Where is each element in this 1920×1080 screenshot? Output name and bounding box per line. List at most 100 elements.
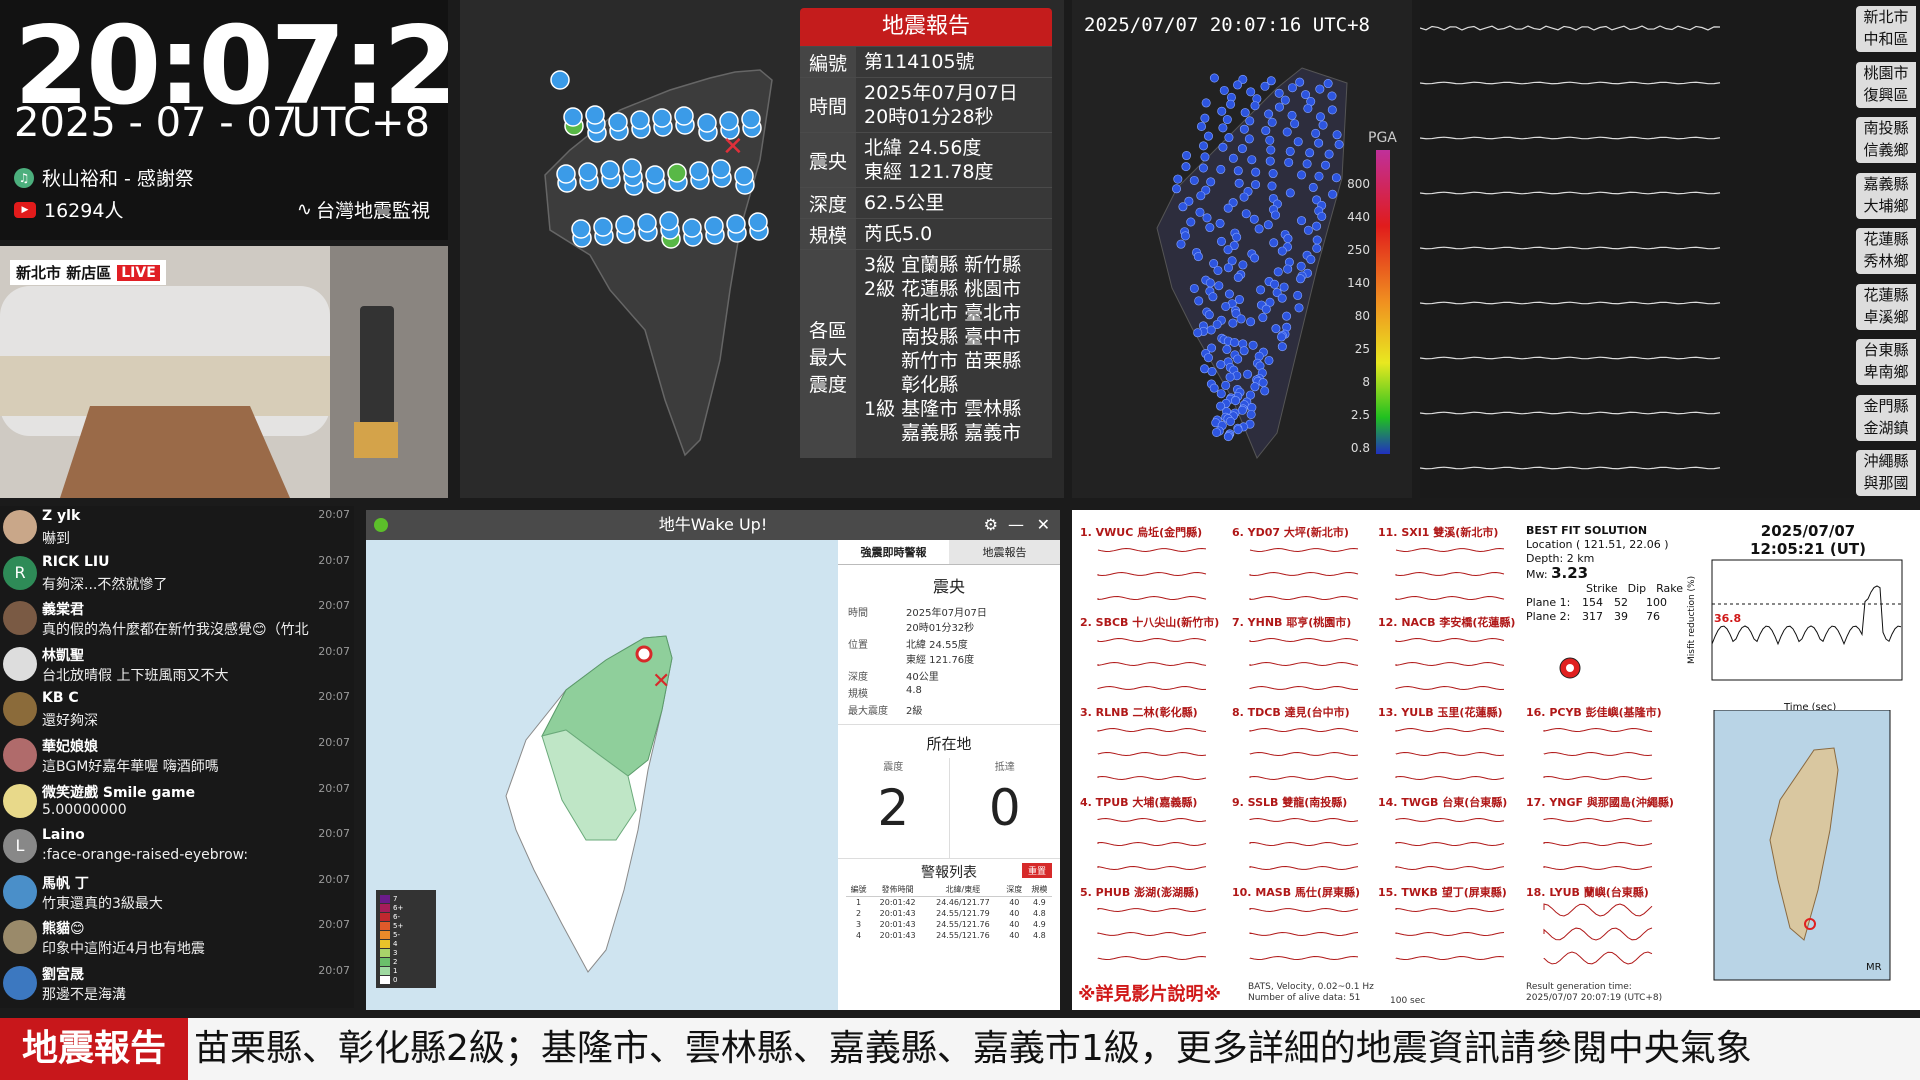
now-playing: ♫ 秋山裕和 - 感謝祭 bbox=[14, 164, 194, 191]
station-marker bbox=[615, 215, 635, 235]
pga-station-dot bbox=[1250, 253, 1260, 263]
pga-station-dot bbox=[1263, 220, 1273, 230]
pga-station-dot bbox=[1327, 105, 1337, 115]
avatar bbox=[3, 966, 37, 1000]
close-icon[interactable]: ✕ bbox=[1037, 510, 1050, 540]
mt-trace bbox=[1249, 638, 1359, 643]
eew-info-value: 4.8 bbox=[906, 685, 922, 696]
pga-station-dot bbox=[1232, 232, 1242, 242]
pga-station-dot bbox=[1285, 146, 1295, 156]
live-chat: Z ylk 嚇到 20:07 R RICK LIU 有夠深...不然就慘了 20:… bbox=[0, 506, 354, 1008]
pga-station-dot bbox=[1233, 425, 1243, 435]
arrival-label: 抵達 bbox=[994, 762, 1015, 773]
user-location-icon bbox=[635, 645, 653, 663]
pga-station-dot bbox=[1301, 90, 1311, 100]
avatar bbox=[3, 510, 37, 544]
pga-station-dot bbox=[1172, 184, 1182, 194]
pga-station-dot bbox=[1270, 210, 1280, 220]
avatar bbox=[3, 601, 37, 636]
live-badge: LIVE bbox=[117, 264, 160, 281]
waveform-panel: 新北市 中和區 桃園市 復興區 南投縣 信義鄉 嘉義縣 大埔鄉 花蓮縣 秀林鄉 花蓮縣 卓… bbox=[1420, 0, 1920, 498]
alert-cell: 4 bbox=[856, 931, 862, 940]
pga-station-dot bbox=[1302, 159, 1312, 169]
sdr-header: Dip bbox=[1627, 582, 1647, 595]
mt-result-time: 2025/07/07 20:07:19 (UTC+8) bbox=[1526, 993, 1663, 1003]
reset-button[interactable]: 重置 bbox=[1021, 863, 1052, 878]
pga-tick: 0.8 bbox=[1351, 441, 1370, 455]
pga-station-dot bbox=[1258, 378, 1268, 388]
brand-text: 台灣地震監視 bbox=[315, 200, 430, 222]
pga-station-dot bbox=[1236, 314, 1246, 324]
mt-trace bbox=[1249, 548, 1359, 552]
pga-station-dot bbox=[1206, 177, 1216, 187]
chat-text: 那邊不是海溝 bbox=[42, 987, 126, 1003]
pga-station-dot bbox=[1221, 380, 1231, 390]
station-marker bbox=[622, 158, 642, 178]
pga-station-dot bbox=[1233, 80, 1243, 90]
mt-trace bbox=[1395, 955, 1505, 960]
eew-info-key: 最大震度 bbox=[848, 706, 888, 717]
pga-station-dot bbox=[1264, 109, 1274, 119]
legend-item: 0 bbox=[380, 975, 432, 984]
station-marker bbox=[550, 70, 570, 90]
gear-icon[interactable]: ⚙ bbox=[984, 510, 998, 540]
pga-station-dot bbox=[1254, 224, 1264, 234]
table-row: 2 20:01:43 24.55/121.79 40 4.8 bbox=[846, 908, 1052, 919]
pga-station-dot bbox=[1176, 239, 1186, 249]
report-value: 北緯 24.56度 東經 121.78度 bbox=[864, 137, 994, 183]
mt-trace bbox=[1543, 727, 1653, 732]
brand-label: ∿ 台灣地震監視 bbox=[297, 196, 430, 223]
chat-author: Z ylk bbox=[42, 508, 81, 524]
wakeup-sidebar: 強震即時警報 地震報告 震央 時間 2025年07月07日 20時01分32秒位… bbox=[838, 540, 1060, 1010]
pga-station-dot bbox=[1223, 263, 1233, 273]
intensity-areas: 基隆市 雲林縣 嘉義縣 嘉義市 bbox=[901, 398, 1022, 444]
pga-station-dot bbox=[1315, 84, 1325, 94]
legend-item: 4 bbox=[380, 939, 432, 948]
station-marker bbox=[667, 163, 687, 183]
pga-station-dot bbox=[1200, 364, 1210, 374]
mt-trace bbox=[1249, 818, 1359, 823]
chat-message: 微笑遊戲 Smile game 5.00000000 20:07 bbox=[0, 780, 354, 826]
alert-col-header: 深度 bbox=[1001, 883, 1027, 897]
waveform-trace bbox=[1420, 301, 1721, 305]
pga-station-dot bbox=[1195, 207, 1205, 217]
waveform-trace bbox=[1420, 356, 1721, 360]
best-fit-title: BEST FIT SOLUTION bbox=[1526, 524, 1648, 537]
station-label: 花蓮縣 秀林鄉 bbox=[1856, 228, 1916, 274]
pga-station-dot bbox=[1196, 191, 1206, 201]
pga-station-dot bbox=[1271, 324, 1281, 334]
pga-station-dot bbox=[1216, 164, 1226, 174]
mt-trace bbox=[1543, 903, 1653, 917]
station-marker bbox=[630, 110, 650, 130]
pga-station-dot bbox=[1193, 328, 1203, 338]
plane-value: 317 bbox=[1582, 610, 1603, 623]
pga-station-dot bbox=[1287, 110, 1297, 120]
minimize-icon[interactable]: — bbox=[1008, 510, 1024, 540]
mt-trace bbox=[1097, 932, 1207, 937]
chat-message: KB C 還好夠深 20:07 bbox=[0, 688, 354, 734]
pga-station-dot bbox=[1251, 180, 1261, 190]
legend-label: 6- bbox=[393, 912, 400, 921]
mt-trace bbox=[1395, 907, 1505, 912]
mt-trace bbox=[1395, 548, 1505, 552]
alert-cell: 24.55/121.76 bbox=[936, 931, 990, 940]
pga-station-dot bbox=[1268, 169, 1278, 179]
local-intensity-value: 2 bbox=[877, 779, 910, 837]
pga-station-dot bbox=[1251, 167, 1261, 177]
pga-station-dot bbox=[1239, 124, 1249, 134]
pga-station-dot bbox=[1209, 383, 1219, 393]
mt-trace bbox=[1097, 752, 1207, 757]
chat-text: 這BGM好嘉年華喔 嗨酒師嗎 bbox=[42, 759, 219, 775]
intensity-group: 3級 宜蘭縣 新竹縣 bbox=[864, 253, 1044, 277]
mt-trace bbox=[1395, 818, 1505, 823]
pga-station-dot bbox=[1243, 369, 1253, 379]
pga-station-dot bbox=[1202, 213, 1212, 223]
pga-station-dot bbox=[1303, 103, 1313, 113]
chat-author: 熊貓😊 bbox=[42, 921, 85, 938]
pga-station-dot bbox=[1315, 112, 1325, 122]
tab-report[interactable]: 地震報告 bbox=[949, 540, 1060, 565]
tab-eew[interactable]: 強震即時警報 bbox=[838, 540, 949, 565]
intensity-level: 3級 bbox=[864, 254, 896, 276]
focal-mechanism-icon bbox=[1559, 657, 1581, 679]
mt-trace bbox=[1097, 727, 1207, 732]
